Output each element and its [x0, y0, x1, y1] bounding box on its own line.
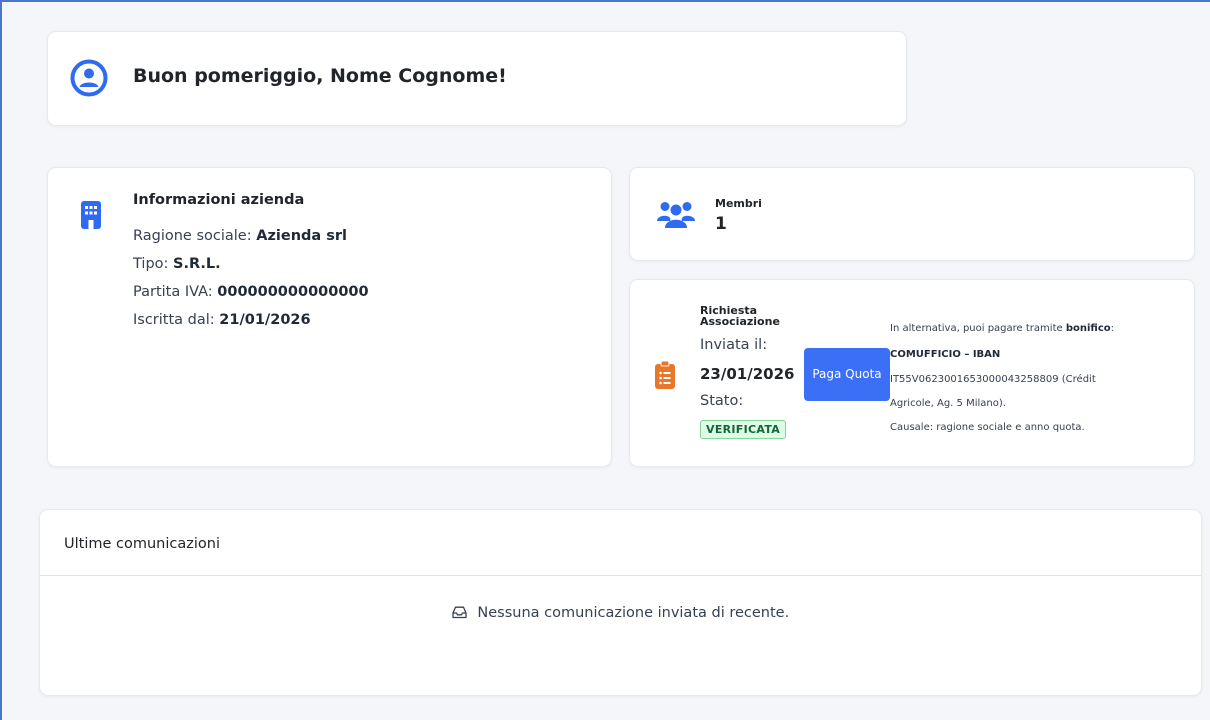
payment-note-bonifico: bonifico [1065, 323, 1111, 334]
payment-iban: IT55V0623001653000043258809 (Crédit [890, 374, 1096, 385]
membership-request-card: Richiesta Associazione Inviata il: 23/01… [629, 279, 1195, 467]
payment-beneficiary: COMUFFICIO – IBAN [890, 349, 1001, 360]
greeting-title: Buon pomeriggio, Nome Cognome! [133, 65, 507, 87]
payment-note-intro: In alternativa, puoi pagare tramite [890, 323, 1063, 334]
request-heading: Richiesta Associazione [700, 304, 780, 328]
inbox-icon [452, 605, 478, 621]
payment-note-colon: : [1110, 323, 1114, 334]
company-registered-label: Iscritta dal: [133, 312, 215, 328]
company-registered-value: 21/01/2026 [219, 312, 311, 328]
communications-empty-text: Nessuna comunicazione inviata di recente… [477, 605, 790, 621]
communications-card: Ultime comunicazioni Nessuna comunicazio… [39, 509, 1202, 696]
company-vat-label: Partita IVA: [133, 284, 213, 300]
company-registered-row: Iscritta dal: 21/01/2026 [133, 312, 311, 328]
payment-bank: Agricole, Ag. 5 Milano). [890, 398, 1006, 409]
members-label: Membri [715, 197, 762, 210]
request-state-label: Stato: [700, 393, 744, 409]
payment-note-line-2: COMUFFICIO – IBAN [890, 349, 1000, 360]
greeting-card: Buon pomeriggio, Nome Cognome! [47, 31, 907, 126]
payment-note-line-1: In alternativa, puoi pagare tramite boni… [890, 323, 1114, 334]
company-name-row: Ragione sociale: Azienda srl [133, 228, 347, 244]
company-info-heading: Informazioni azienda [133, 192, 305, 208]
company-vat-row: Partita IVA: 000000000000000 [133, 284, 369, 300]
clipboard-list-icon [655, 360, 675, 393]
company-info-card: Informazioni azienda Ragione sociale: Az… [47, 167, 612, 467]
company-type-label: Tipo: [133, 256, 169, 272]
company-name-label: Ragione sociale: [133, 228, 252, 244]
building-icon [81, 201, 101, 233]
users-icon [656, 199, 696, 233]
company-name-value: Azienda srl [256, 228, 347, 244]
communications-heading: Ultime comunicazioni [64, 536, 220, 552]
members-card: Membri 1 [629, 167, 1195, 261]
company-vat-value: 000000000000000 [217, 284, 369, 300]
communications-empty-state: Nessuna comunicazione inviata di recente… [40, 605, 1201, 621]
pay-fee-button[interactable]: Paga Quota [804, 348, 890, 401]
payment-reason: Causale: ragione sociale e anno quota. [890, 422, 1085, 433]
communications-divider [40, 575, 1201, 576]
company-type-row: Tipo: S.R.L. [133, 256, 221, 272]
company-type-value: S.R.L. [173, 256, 221, 272]
request-sent-label: Inviata il: [700, 337, 768, 353]
members-count: 1 [715, 214, 727, 234]
status-badge: VERIFICATA [700, 420, 787, 439]
request-sent-date: 23/01/2026 [700, 365, 795, 383]
user-circle-icon [70, 59, 108, 101]
